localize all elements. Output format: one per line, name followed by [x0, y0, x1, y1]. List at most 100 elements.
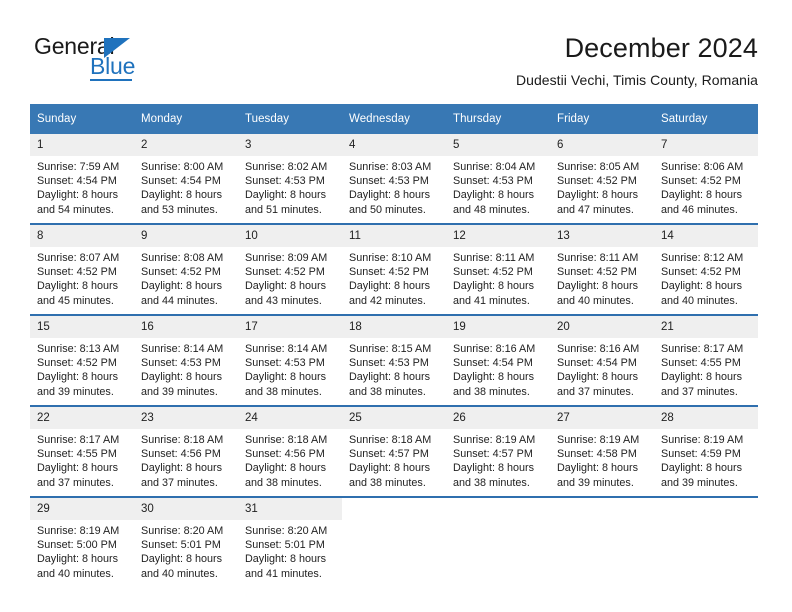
- sunset-text: Sunset: 4:56 PM: [245, 448, 325, 461]
- day-number: 31: [238, 498, 342, 520]
- day-cell[interactable]: 12 Sunrise: 8:11 AM Sunset: 4:52 PM Dayl…: [446, 223, 550, 315]
- day-number: 17: [238, 316, 342, 338]
- calendar-body: 1 Sunrise: 7:59 AM Sunset: 4:54 PM Dayli…: [30, 134, 758, 587]
- day-cell[interactable]: 1 Sunrise: 7:59 AM Sunset: 4:54 PM Dayli…: [30, 134, 134, 224]
- sunrise-text: Sunrise: 8:00 AM: [141, 161, 224, 173]
- sunset-text: Sunset: 4:54 PM: [557, 357, 637, 370]
- day-cell-empty: [342, 496, 446, 587]
- day-cell[interactable]: 30 Sunrise: 8:20 AM Sunset: 5:01 PM Dayl…: [134, 496, 238, 587]
- logo-underline: [90, 79, 132, 81]
- calendar-week-row: 15 Sunrise: 8:13 AM Sunset: 4:52 PM Dayl…: [30, 314, 758, 406]
- day-details: Sunrise: 8:06 AM Sunset: 4:52 PM Dayligh…: [654, 156, 758, 217]
- day-number: 28: [654, 407, 758, 429]
- day-cell[interactable]: 2 Sunrise: 8:00 AM Sunset: 4:54 PM Dayli…: [134, 134, 238, 224]
- calendar-page: General Blue December 2024 Dudestii Vech…: [0, 0, 792, 612]
- day-cell[interactable]: 3 Sunrise: 8:02 AM Sunset: 4:53 PM Dayli…: [238, 134, 342, 224]
- day-cell[interactable]: 14 Sunrise: 8:12 AM Sunset: 4:52 PM Dayl…: [654, 223, 758, 315]
- day-cell[interactable]: 5 Sunrise: 8:04 AM Sunset: 4:53 PM Dayli…: [446, 134, 550, 224]
- daylight-text-line1: Daylight: 8 hours: [557, 280, 639, 293]
- day-details: Sunrise: 8:16 AM Sunset: 4:54 PM Dayligh…: [446, 338, 550, 399]
- day-cell[interactable]: 6 Sunrise: 8:05 AM Sunset: 4:52 PM Dayli…: [550, 134, 654, 224]
- sunrise-text: Sunrise: 8:10 AM: [349, 252, 432, 264]
- day-cell[interactable]: 26 Sunrise: 8:19 AM Sunset: 4:57 PM Dayl…: [446, 405, 550, 497]
- day-cell[interactable]: 25 Sunrise: 8:18 AM Sunset: 4:57 PM Dayl…: [342, 405, 446, 497]
- sunrise-text: Sunrise: 8:09 AM: [245, 252, 328, 264]
- sunset-text: Sunset: 4:52 PM: [453, 266, 533, 279]
- day-number: 24: [238, 407, 342, 429]
- weekday-header-thursday: Thursday: [446, 104, 550, 134]
- day-number: 21: [654, 316, 758, 338]
- day-cell[interactable]: 17 Sunrise: 8:14 AM Sunset: 4:53 PM Dayl…: [238, 314, 342, 406]
- day-details: Sunrise: 8:13 AM Sunset: 4:52 PM Dayligh…: [30, 338, 134, 399]
- day-cell[interactable]: 16 Sunrise: 8:14 AM Sunset: 4:53 PM Dayl…: [134, 314, 238, 406]
- weekday-header-saturday: Saturday: [654, 104, 758, 134]
- sunset-text: Sunset: 4:52 PM: [37, 357, 117, 370]
- day-details: Sunrise: 8:10 AM Sunset: 4:52 PM Dayligh…: [342, 247, 446, 308]
- sunset-text: Sunset: 4:52 PM: [245, 266, 325, 279]
- sunrise-text: Sunrise: 8:16 AM: [453, 343, 536, 355]
- day-number: 13: [550, 225, 654, 247]
- day-details: Sunrise: 8:20 AM Sunset: 5:01 PM Dayligh…: [134, 520, 238, 581]
- daylight-text-line1: Daylight: 8 hours: [453, 371, 535, 384]
- sunset-text: Sunset: 4:59 PM: [661, 448, 741, 461]
- calendar-table: Sunday Monday Tuesday Wednesday Thursday…: [30, 104, 758, 587]
- daylight-text-line1: Daylight: 8 hours: [349, 371, 431, 384]
- day-details: Sunrise: 8:17 AM Sunset: 4:55 PM Dayligh…: [654, 338, 758, 399]
- daylight-text-line1: Daylight: 8 hours: [557, 371, 639, 384]
- daylight-text-line1: Daylight: 8 hours: [245, 371, 327, 384]
- daylight-text-line2: and 48 minutes.: [453, 203, 530, 216]
- day-details: Sunrise: 8:15 AM Sunset: 4:53 PM Dayligh…: [342, 338, 446, 399]
- day-number: 22: [30, 407, 134, 429]
- day-cell[interactable]: 31 Sunrise: 8:20 AM Sunset: 5:01 PM Dayl…: [238, 496, 342, 587]
- sunset-text: Sunset: 4:58 PM: [557, 448, 637, 461]
- day-cell[interactable]: 18 Sunrise: 8:15 AM Sunset: 4:53 PM Dayl…: [342, 314, 446, 406]
- day-cell[interactable]: 24 Sunrise: 8:18 AM Sunset: 4:56 PM Dayl…: [238, 405, 342, 497]
- daylight-text-line1: Daylight: 8 hours: [141, 553, 223, 566]
- daylight-text-line1: Daylight: 8 hours: [141, 189, 223, 202]
- sunrise-text: Sunrise: 8:20 AM: [245, 525, 328, 537]
- day-cell[interactable]: 22 Sunrise: 8:17 AM Sunset: 4:55 PM Dayl…: [30, 405, 134, 497]
- day-number: 20: [550, 316, 654, 338]
- day-details: Sunrise: 8:11 AM Sunset: 4:52 PM Dayligh…: [550, 247, 654, 308]
- sunrise-text: Sunrise: 8:03 AM: [349, 161, 432, 173]
- daylight-text-line2: and 53 minutes.: [141, 203, 218, 216]
- sunrise-text: Sunrise: 8:08 AM: [141, 252, 224, 264]
- sunset-text: Sunset: 4:57 PM: [453, 448, 533, 461]
- daylight-text-line1: Daylight: 8 hours: [453, 189, 535, 202]
- day-cell[interactable]: 13 Sunrise: 8:11 AM Sunset: 4:52 PM Dayl…: [550, 223, 654, 315]
- sunset-text: Sunset: 4:52 PM: [141, 266, 221, 279]
- daylight-text-line1: Daylight: 8 hours: [245, 189, 327, 202]
- day-number: 27: [550, 407, 654, 429]
- sunset-text: Sunset: 4:53 PM: [349, 357, 429, 370]
- weekday-header-monday: Monday: [134, 104, 238, 134]
- calendar-header-row: Sunday Monday Tuesday Wednesday Thursday…: [30, 104, 758, 134]
- day-cell[interactable]: 11 Sunrise: 8:10 AM Sunset: 4:52 PM Dayl…: [342, 223, 446, 315]
- day-details: Sunrise: 8:12 AM Sunset: 4:52 PM Dayligh…: [654, 247, 758, 308]
- day-details: Sunrise: 8:14 AM Sunset: 4:53 PM Dayligh…: [134, 338, 238, 399]
- day-cell[interactable]: 4 Sunrise: 8:03 AM Sunset: 4:53 PM Dayli…: [342, 134, 446, 224]
- day-cell[interactable]: 10 Sunrise: 8:09 AM Sunset: 4:52 PM Dayl…: [238, 223, 342, 315]
- sunset-text: Sunset: 4:56 PM: [141, 448, 221, 461]
- day-cell[interactable]: 9 Sunrise: 8:08 AM Sunset: 4:52 PM Dayli…: [134, 223, 238, 315]
- day-number: 30: [134, 498, 238, 520]
- daylight-text-line2: and 39 minutes.: [557, 476, 634, 489]
- day-cell[interactable]: 19 Sunrise: 8:16 AM Sunset: 4:54 PM Dayl…: [446, 314, 550, 406]
- day-cell[interactable]: 7 Sunrise: 8:06 AM Sunset: 4:52 PM Dayli…: [654, 134, 758, 224]
- day-cell[interactable]: 20 Sunrise: 8:16 AM Sunset: 4:54 PM Dayl…: [550, 314, 654, 406]
- sunrise-text: Sunrise: 8:06 AM: [661, 161, 744, 173]
- day-cell[interactable]: 21 Sunrise: 8:17 AM Sunset: 4:55 PM Dayl…: [654, 314, 758, 406]
- day-details: Sunrise: 8:20 AM Sunset: 5:01 PM Dayligh…: [238, 520, 342, 581]
- daylight-text-line2: and 38 minutes.: [453, 476, 530, 489]
- day-cell[interactable]: 23 Sunrise: 8:18 AM Sunset: 4:56 PM Dayl…: [134, 405, 238, 497]
- day-cell[interactable]: 15 Sunrise: 8:13 AM Sunset: 4:52 PM Dayl…: [30, 314, 134, 406]
- sunset-text: Sunset: 4:52 PM: [557, 266, 637, 279]
- day-cell[interactable]: 8 Sunrise: 8:07 AM Sunset: 4:52 PM Dayli…: [30, 223, 134, 315]
- day-cell[interactable]: 28 Sunrise: 8:19 AM Sunset: 4:59 PM Dayl…: [654, 405, 758, 497]
- sunrise-text: Sunrise: 8:17 AM: [661, 343, 744, 355]
- day-cell[interactable]: 27 Sunrise: 8:19 AM Sunset: 4:58 PM Dayl…: [550, 405, 654, 497]
- daylight-text-line1: Daylight: 8 hours: [661, 280, 743, 293]
- day-details: Sunrise: 8:17 AM Sunset: 4:55 PM Dayligh…: [30, 429, 134, 490]
- day-cell[interactable]: 29 Sunrise: 8:19 AM Sunset: 5:00 PM Dayl…: [30, 496, 134, 587]
- daylight-text-line1: Daylight: 8 hours: [37, 371, 119, 384]
- daylight-text-line2: and 39 minutes.: [37, 385, 114, 398]
